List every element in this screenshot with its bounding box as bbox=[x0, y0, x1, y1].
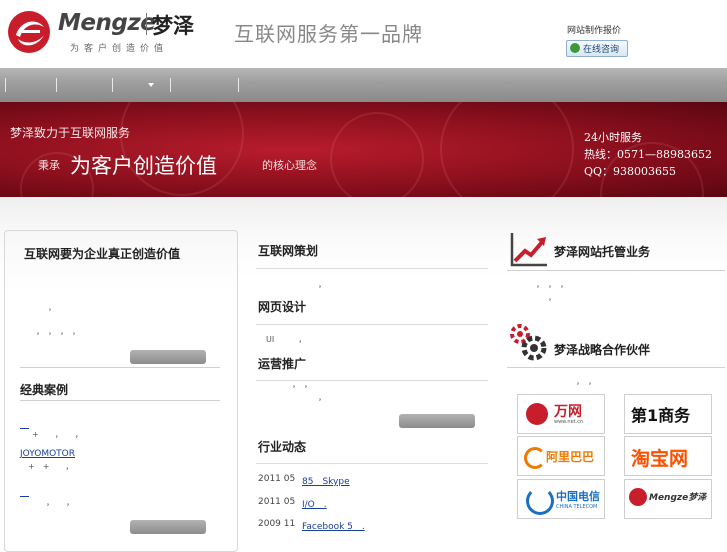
section-planning-title: 互联网策划 bbox=[258, 244, 319, 258]
partner-china-telecom[interactable]: 中国电信 CHINA TELECOM bbox=[517, 479, 605, 519]
cases-title: 经典案例 bbox=[20, 383, 69, 397]
banner-line-2-main: 为客户创造价值 bbox=[70, 154, 217, 178]
case-desc: + + ， bbox=[28, 462, 74, 471]
news-title: 行业动态 bbox=[258, 440, 307, 454]
news-date: 2011 05 bbox=[258, 497, 296, 507]
partner-label: 淘宝网 bbox=[631, 448, 689, 470]
divider bbox=[256, 324, 488, 325]
more-button[interactable] bbox=[130, 350, 206, 364]
news-link[interactable]: I/O . bbox=[302, 497, 327, 510]
section-fragment: UI ， bbox=[266, 335, 307, 344]
divider bbox=[256, 380, 488, 381]
qq-contact: QQ：938003655 bbox=[584, 165, 677, 178]
partner-label: 万网 bbox=[554, 404, 582, 420]
partner-fragment: ， ， bbox=[576, 377, 596, 386]
mengze-logo-icon bbox=[629, 488, 647, 506]
telecom-logo-icon bbox=[526, 487, 554, 515]
intro-fragment: ， ， ， ， bbox=[36, 327, 80, 336]
chat-icon bbox=[570, 43, 580, 53]
logo-divider bbox=[146, 13, 147, 35]
news-date: 2009 11 bbox=[258, 519, 296, 529]
partners-title: 梦泽战略合作伙伴 bbox=[554, 343, 651, 357]
news-link[interactable]: Facebook 5 . bbox=[302, 519, 365, 532]
partner-wanwang[interactable]: 万网 www.net.cn bbox=[517, 394, 605, 434]
partner-label: 阿里巴巴 bbox=[546, 450, 595, 464]
case-desc: ， ， bbox=[46, 498, 74, 507]
hosting-fragment: ， ， ， bbox=[536, 280, 568, 289]
consult-label: 在线咨询 bbox=[583, 45, 620, 55]
divider bbox=[20, 367, 220, 368]
case-link[interactable]: JOYOMOTOR bbox=[20, 449, 75, 459]
service-hours: 24小时服务 bbox=[584, 131, 642, 144]
logo-chinese: 梦泽 bbox=[152, 14, 194, 38]
divider bbox=[507, 270, 725, 271]
hotline: 热线：0571—88983652 bbox=[584, 148, 712, 161]
gear-icon bbox=[510, 324, 547, 361]
banner-ornament bbox=[330, 112, 424, 197]
nav-separator bbox=[170, 78, 171, 92]
mengze-logo-icon[interactable] bbox=[6, 9, 52, 55]
header-slogan: 互联网服务第一品牌 bbox=[234, 22, 423, 46]
dropdown-caret-icon[interactable] bbox=[148, 83, 154, 87]
intro-fragment: ， bbox=[48, 303, 56, 312]
case-link[interactable] bbox=[20, 485, 32, 498]
partner-diyi-shangwu[interactable]: 第1商务 bbox=[624, 394, 712, 434]
alibaba-logo-icon bbox=[524, 447, 546, 469]
news-date: 2011 05 bbox=[258, 474, 296, 484]
partner-sub: www.net.cn bbox=[554, 419, 584, 425]
main-nav bbox=[0, 68, 727, 102]
partner-label: Mengze梦泽 bbox=[649, 493, 707, 503]
banner-ornament bbox=[440, 102, 574, 197]
case-link[interactable] bbox=[20, 417, 32, 430]
nav-separator bbox=[56, 78, 57, 92]
partner-taobao[interactable]: 淘宝网 bbox=[624, 436, 712, 476]
case-desc: + ， ， bbox=[32, 430, 83, 439]
more-button[interactable] bbox=[399, 414, 475, 428]
divider bbox=[256, 268, 488, 269]
logo-wordmark: Mengze bbox=[58, 10, 156, 36]
section-fragment: ， ， bbox=[292, 380, 312, 389]
online-consult-button[interactable]: 在线咨询 bbox=[566, 40, 628, 57]
hero-banner: 梦泽致力于互联网服务 秉承 为客户创造价值 的核心理念 24小时服务 热线：05… bbox=[0, 102, 727, 197]
partner-sub: CHINA TELECOM bbox=[556, 504, 598, 510]
logo-tagline: 为客户创造价值 bbox=[70, 44, 169, 54]
banner-line-2-prefix: 秉承 bbox=[38, 159, 60, 172]
more-button[interactable] bbox=[130, 520, 206, 534]
banner-line-2-suffix: 的核心理念 bbox=[262, 159, 317, 172]
section-fragment: ， bbox=[318, 280, 326, 289]
divider bbox=[507, 367, 725, 368]
partner-label: 第1商务 bbox=[631, 406, 691, 425]
news-link[interactable]: 85 Skype bbox=[302, 474, 350, 487]
hosting-title: 梦泽网站托管业务 bbox=[554, 245, 651, 259]
banner-ornament bbox=[120, 102, 244, 196]
left-panel-title: 互联网要为企业真正创造价值 bbox=[24, 247, 181, 261]
quote-link[interactable]: 网站制作报价 bbox=[567, 23, 621, 36]
nav-separator bbox=[238, 78, 239, 92]
header: Mengze 梦泽 为客户创造价值 互联网服务第一品牌 网站制作报价 在线咨询 bbox=[0, 0, 727, 68]
chart-growth-icon bbox=[510, 233, 547, 267]
banner-line-1: 梦泽致力于互联网服务 bbox=[10, 126, 131, 140]
section-fragment: ， bbox=[318, 393, 326, 402]
divider bbox=[256, 463, 488, 464]
section-promotion-title: 运营推广 bbox=[258, 357, 307, 371]
partner-alibaba[interactable]: 阿里巴巴 bbox=[517, 436, 605, 476]
wanwang-logo-icon bbox=[526, 403, 548, 425]
nav-separator bbox=[112, 78, 113, 92]
divider bbox=[20, 400, 220, 401]
nav-separator bbox=[5, 78, 6, 92]
partner-label: 中国电信 bbox=[556, 490, 600, 503]
partner-mengze[interactable]: Mengze梦泽 bbox=[624, 479, 712, 519]
section-design-title: 网页设计 bbox=[258, 300, 307, 314]
hosting-fragment: ， bbox=[548, 293, 556, 302]
